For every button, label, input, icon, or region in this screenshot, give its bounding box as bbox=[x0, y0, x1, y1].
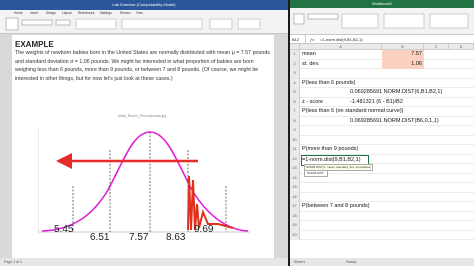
word-ribbon: Home Insert Design Layout References Mai… bbox=[0, 10, 288, 34]
table-row: 8 0.069285691 NORM.DIST(B6,0,1,1) bbox=[290, 116, 474, 127]
row-number[interactable]: 2 bbox=[290, 59, 300, 69]
tab-design[interactable]: Design bbox=[46, 11, 56, 15]
cell-b[interactable] bbox=[382, 155, 424, 165]
tab-review[interactable]: Review bbox=[120, 11, 130, 15]
tick-label-1: 5.45 bbox=[54, 224, 74, 235]
image-caption: Math_Rubric_Pennsylvania.jpg bbox=[118, 114, 167, 118]
excel-ribbon-icons[interactable] bbox=[292, 12, 472, 32]
row-number[interactable]: 10 bbox=[290, 135, 300, 145]
tab-mailings[interactable]: Mailings bbox=[100, 11, 112, 15]
cell-a[interactable]: st. dev. bbox=[302, 60, 319, 70]
row-number[interactable]: 11 bbox=[290, 145, 300, 155]
row-number[interactable]: 6 bbox=[290, 97, 300, 107]
cell-result[interactable]: -1.481321 (6 - B1)/B2 bbox=[350, 98, 403, 108]
cell-b[interactable] bbox=[382, 79, 424, 89]
status-text: Ready bbox=[346, 260, 357, 264]
table-row: 7 P(less than 6 (on standard normal curve… bbox=[290, 107, 474, 117]
word-status-bar: Page 1 of 1 bbox=[0, 258, 288, 266]
row-number[interactable]: 3 bbox=[290, 69, 300, 79]
cell-b[interactable] bbox=[382, 69, 424, 79]
cell-b[interactable] bbox=[382, 221, 424, 231]
table-row: 19 bbox=[290, 221, 474, 231]
bell-curve-line bbox=[41, 131, 249, 232]
word-title-bar: Lab Exercise (Computability Model) bbox=[0, 0, 288, 10]
table-row: 6z - score -1.481321 (6 - B1)/B2 bbox=[290, 97, 474, 108]
tab-insert[interactable]: Insert bbox=[30, 11, 38, 15]
row-number[interactable]: 1 bbox=[290, 50, 300, 60]
table-row: 12 =1-norm.dist(9,B1,B2,1) bbox=[290, 154, 474, 166]
table-row: 2 st. dev. 1.06 bbox=[290, 59, 474, 70]
cell-b[interactable] bbox=[382, 164, 424, 174]
table-row: 9 bbox=[290, 126, 474, 136]
cell-b[interactable] bbox=[382, 107, 424, 117]
table-row: 15 bbox=[290, 183, 474, 193]
tab-home[interactable]: Home bbox=[14, 11, 23, 15]
cell-b[interactable] bbox=[382, 202, 424, 212]
row-number[interactable]: 9 bbox=[290, 126, 300, 136]
cell-a[interactable]: P(more than 9 pounds) bbox=[302, 145, 358, 155]
row-number[interactable]: 13 bbox=[290, 164, 300, 174]
cell-b[interactable] bbox=[382, 231, 424, 241]
row-number[interactable]: 7 bbox=[290, 107, 300, 117]
example-paragraph: The weights of newborn babies born in th… bbox=[15, 50, 270, 82]
table-row: 18 bbox=[290, 211, 474, 222]
cell-b[interactable] bbox=[382, 136, 424, 146]
autocomplete-item[interactable]: NORM.DIST bbox=[304, 170, 328, 177]
formula-bar[interactable]: B12 ƒx =1-norm.dist(9,B1,B2,1) bbox=[290, 35, 474, 44]
cell-b[interactable] bbox=[382, 193, 424, 203]
excel-ribbon[interactable] bbox=[290, 8, 474, 35]
table-row: 20 bbox=[290, 230, 474, 241]
red-arrowhead bbox=[56, 153, 72, 169]
cell-a[interactable]: mean bbox=[302, 50, 316, 60]
tab-view[interactable]: View bbox=[136, 11, 143, 15]
tick-label-4: 8.63 bbox=[166, 232, 186, 243]
table-row: 17 P(between 7 and 8 pounds) bbox=[290, 202, 474, 212]
row-number[interactable]: 18 bbox=[290, 211, 300, 221]
table-row: 11 P(more than 9 pounds) bbox=[290, 145, 474, 155]
row-number[interactable]: 12 bbox=[290, 154, 300, 164]
cell-b[interactable]: 7.57 bbox=[382, 50, 424, 60]
fx-icon: ƒx bbox=[310, 37, 315, 42]
normal-curve-figure[interactable]: 5.45 6.51 7.57 8.63 9.69 bbox=[37, 120, 250, 254]
table-row: 4 P(less than 6 pounds) bbox=[290, 78, 474, 89]
excel-status-bar: Sheet1 Ready bbox=[290, 258, 474, 266]
table-row: 1 mean 7.57 bbox=[290, 50, 474, 60]
tick-label-5: 9.69 bbox=[194, 224, 214, 235]
cell-b[interactable] bbox=[382, 183, 424, 193]
row-number[interactable]: 20 bbox=[290, 230, 300, 240]
cell-b[interactable] bbox=[382, 174, 424, 184]
row-number[interactable]: 16 bbox=[290, 192, 300, 202]
row-number[interactable]: 19 bbox=[290, 221, 300, 231]
ribbon-tools-icons[interactable] bbox=[4, 17, 284, 32]
cell-b[interactable]: 1.06 bbox=[382, 59, 424, 69]
cell-b[interactable] bbox=[382, 126, 424, 136]
example-heading: EXAMPLE bbox=[15, 40, 54, 49]
row-number[interactable]: 17 bbox=[290, 202, 300, 212]
name-box[interactable]: B12 bbox=[292, 35, 306, 44]
cell-a[interactable]: P(less than 6 pounds) bbox=[302, 79, 356, 89]
tick-label-2: 6.51 bbox=[90, 232, 110, 243]
table-row: 5 0.069285691 NORM.DIST(6,B1,B2,1) bbox=[290, 88, 474, 98]
row-number[interactable]: 14 bbox=[290, 173, 300, 183]
table-row: 10 bbox=[290, 135, 474, 146]
row-number[interactable]: 8 bbox=[290, 116, 300, 126]
row-number[interactable]: 4 bbox=[290, 78, 300, 88]
row-number[interactable]: 15 bbox=[290, 183, 300, 193]
sheet-tab[interactable]: Sheet1 bbox=[294, 260, 305, 264]
table-row: 3 bbox=[290, 69, 474, 79]
formula-input[interactable]: =1-norm.dist(9,B1,B2,1) bbox=[320, 35, 363, 44]
tab-references[interactable]: References bbox=[78, 11, 94, 15]
tick-label-3: 7.57 bbox=[129, 232, 149, 243]
spreadsheet-grid[interactable]: A B C D 1 mean 7.57 2 st. dev. 1.06 3 4 P(less t… bbox=[290, 44, 474, 258]
cell-b[interactable] bbox=[382, 212, 424, 222]
tab-layout[interactable]: Layout bbox=[62, 11, 72, 15]
cell-a[interactable]: z - score bbox=[302, 98, 323, 108]
excel-title-bar: Workbook1 bbox=[290, 0, 474, 8]
cell-a[interactable]: P(between 7 and 8 pounds) bbox=[302, 202, 370, 212]
row-number[interactable]: 5 bbox=[290, 88, 300, 98]
cell-result[interactable]: 0.069285691 NORM.DIST(B6,0,1,1) bbox=[350, 117, 439, 127]
cell-b[interactable] bbox=[382, 145, 424, 155]
cell-result[interactable]: 0.069285691 NORM.DIST(6,B1,B2,1) bbox=[350, 88, 442, 98]
table-row: 16 bbox=[290, 192, 474, 203]
